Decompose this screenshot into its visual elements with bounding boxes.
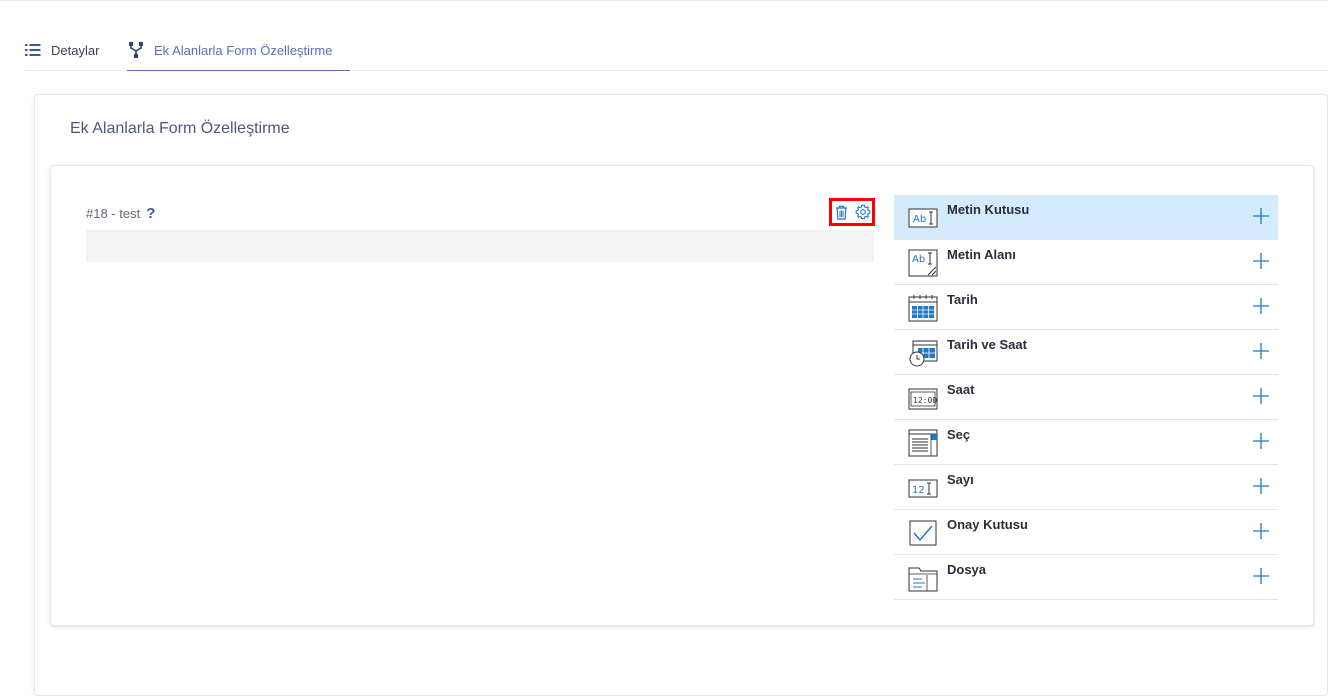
flow-icon (127, 41, 145, 59)
field-preview-input[interactable] (86, 230, 874, 262)
tab-details[interactable]: Detaylar (24, 30, 99, 70)
card-title: Ek Alanlarla Form Özelleştirme (70, 120, 290, 137)
help-icon[interactable]: ? (146, 205, 155, 222)
top-divider (0, 0, 1328, 1)
time-icon: 12:00 (908, 388, 938, 410)
palette-item-label: Onay Kutusu (947, 517, 1028, 532)
plus-icon[interactable] (1252, 567, 1270, 585)
plus-icon[interactable] (1252, 252, 1270, 270)
palette-item-label: Dosya (947, 562, 987, 577)
palette-item-label: Sayı (947, 472, 974, 487)
delete-field-button[interactable] (833, 204, 850, 221)
checkbox-icon (909, 520, 937, 546)
field-actions (829, 198, 875, 226)
plus-icon[interactable] (1252, 432, 1270, 450)
palette-item-date-time[interactable]: Tarih ve Saat (894, 330, 1278, 375)
palette-item-select[interactable]: Seç (894, 420, 1278, 465)
palette-item-file[interactable]: Dosya (894, 555, 1278, 600)
palette-item-time[interactable]: 12:00 Saat (894, 375, 1278, 420)
field-type-palette: Ab Metin Kutusu Ab Metin Alanı Tarih Tar… (894, 195, 1278, 600)
field-label-text: #18 - test (86, 206, 141, 221)
palette-item-date[interactable]: Tarih (894, 285, 1278, 330)
file-icon (908, 567, 938, 592)
palette-item-checkbox[interactable]: Onay Kutusu (894, 510, 1278, 555)
text-box-icon: Ab (908, 208, 938, 228)
trash-icon (836, 205, 847, 220)
number-icon: 12 (908, 479, 938, 498)
field-label: #18 - test ? (86, 205, 155, 222)
plus-icon[interactable] (1252, 207, 1270, 225)
plus-icon[interactable] (1252, 522, 1270, 540)
active-tab-indicator (127, 70, 350, 71)
plus-icon[interactable] (1252, 297, 1270, 315)
svg-text:Ab: Ab (913, 214, 926, 225)
palette-item-number[interactable]: 12 Sayı (894, 465, 1278, 510)
tab-form-label: Ek Alanlarla Form Özelleştirme (154, 42, 333, 58)
calendar-clock-icon (909, 340, 938, 367)
tab-details-label: Detaylar (51, 42, 100, 58)
text-area-icon: Ab (908, 249, 938, 277)
plus-icon[interactable] (1252, 342, 1270, 360)
svg-text:12: 12 (912, 485, 925, 496)
palette-item-label: Seç (947, 427, 971, 442)
palette-item-label: Tarih (947, 292, 978, 307)
palette-item-label: Tarih ve Saat (947, 337, 1027, 352)
plus-icon[interactable] (1252, 477, 1270, 495)
palette-item-text-area[interactable]: Ab Metin Alanı (894, 240, 1278, 285)
palette-item-label: Metin Alanı (947, 247, 1016, 262)
list-icon (24, 41, 42, 59)
svg-text:12:00: 12:00 (913, 396, 937, 405)
plus-icon[interactable] (1252, 387, 1270, 405)
tab-bar: Detaylar Ek Alanlarla Form Özelleştirme (24, 30, 1328, 71)
palette-item-label: Saat (947, 382, 975, 397)
svg-text:Ab: Ab (912, 254, 925, 265)
form-builder-panel: #18 - test ? Ab Metin Kutusu Ab Metin Al… (50, 165, 1314, 626)
palette-item-label: Metin Kutusu (947, 202, 1030, 217)
form-customization-card: Ek Alanlarla Form Özelleştirme #18 - tes… (34, 94, 1328, 696)
gear-icon (855, 204, 870, 220)
select-list-icon (908, 429, 938, 457)
calendar-icon (908, 295, 938, 322)
tab-form-customization[interactable]: Ek Alanlarla Form Özelleştirme (127, 30, 350, 71)
field-settings-button[interactable] (854, 204, 871, 221)
palette-item-text-box[interactable]: Ab Metin Kutusu (894, 195, 1278, 240)
